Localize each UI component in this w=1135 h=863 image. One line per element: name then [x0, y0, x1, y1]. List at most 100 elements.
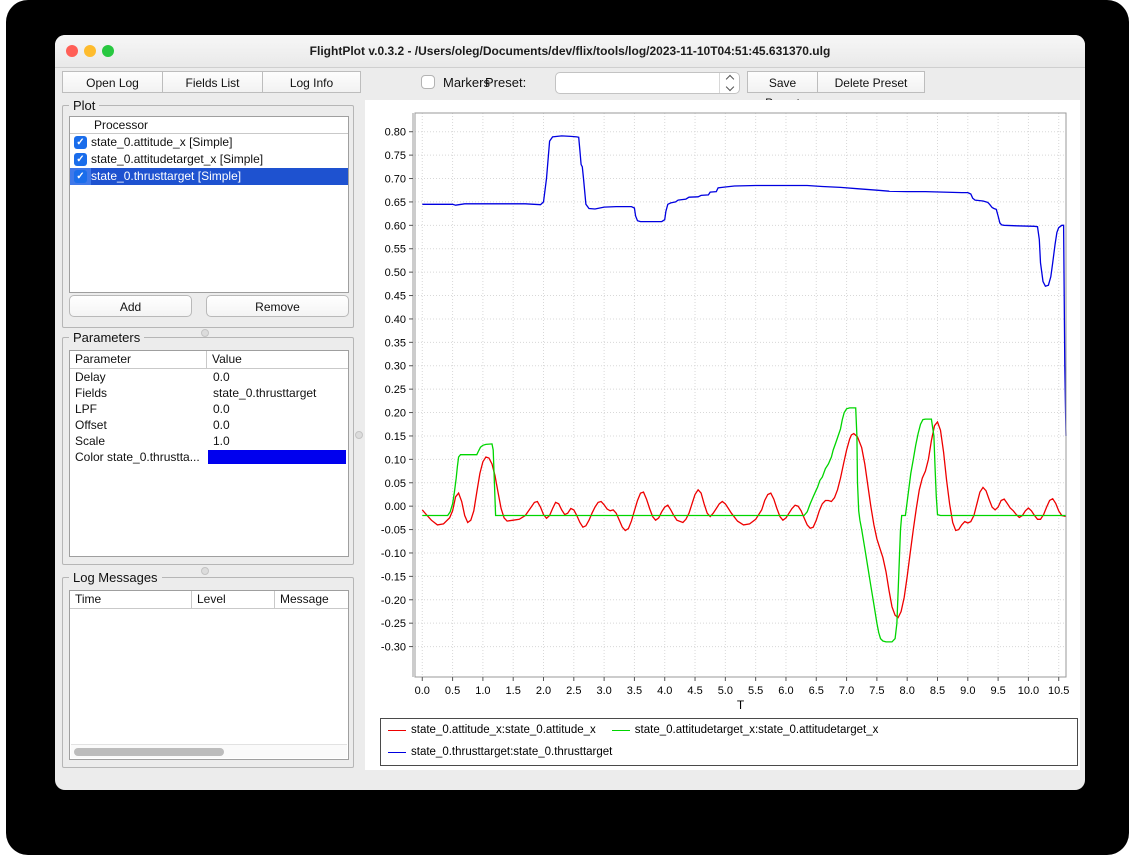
x-tick-label: 3.5 [627, 685, 642, 697]
processor-item-label: state_0.attitudetarget_x [Simple] [91, 151, 348, 168]
y-tick-label: -0.15 [381, 571, 406, 583]
log-column-header-message[interactable]: Message [275, 591, 348, 608]
x-tick-label: 7.0 [839, 685, 854, 697]
legend-line-icon [612, 730, 630, 731]
markers-label: Markers [443, 75, 490, 90]
processor-item-label: state_0.attitude_x [Simple] [91, 134, 348, 151]
parameter-row[interactable]: Offset0.0 [70, 417, 348, 433]
x-tick-label: 8.5 [930, 685, 945, 697]
y-tick-label: 0.25 [385, 384, 406, 396]
x-tick-label: 2.0 [536, 685, 551, 697]
save-preset-button[interactable]: Save Preset [747, 71, 818, 93]
parameter-value[interactable]: state_0.thrusttarget [207, 385, 348, 401]
open-log-button[interactable]: Open Log [62, 71, 163, 93]
legend-entry: state_0.attitudetarget_x:state_0.attitud… [612, 724, 879, 736]
x-tick-label: 10.0 [1018, 685, 1039, 697]
legend-entry: state_0.attitude_x:state_0.attitude_x [388, 724, 596, 736]
legend-line-icon [388, 730, 406, 731]
color-swatch[interactable] [208, 450, 346, 464]
delete-preset-button[interactable]: Delete Preset [817, 71, 925, 93]
titlebar[interactable]: FlightPlot v.0.3.2 - /Users/oleg/Documen… [55, 35, 1085, 68]
y-tick-label: -0.10 [381, 548, 406, 560]
parameters-table[interactable]: ParameterValue Delay0.0Fieldsstate_0.thr… [69, 350, 349, 557]
log-messages-group-title: Log Messages [69, 570, 162, 585]
legend-label: state_0.attitude_x:state_0.attitude_x [411, 724, 596, 736]
log-column-header-level[interactable]: Level [192, 591, 275, 608]
x-tick-label: 1.5 [506, 685, 521, 697]
scrollbar-thumb[interactable] [74, 748, 224, 756]
parameter-name: Fields [70, 385, 207, 401]
plot-group: Plot Processor ✓state_0.attitude_x [Simp… [62, 105, 354, 328]
splitter-grip[interactable] [201, 567, 209, 575]
parameter-value[interactable] [207, 449, 348, 465]
chart-panel: 0.800.750.700.650.600.550.500.450.400.35… [365, 100, 1080, 770]
remove-processor-button[interactable]: Remove [206, 295, 349, 317]
parameter-name: Delay [70, 369, 207, 385]
processor-list[interactable]: Processor ✓ state_0.attitude_x [Simple] ✓ s… [69, 116, 349, 293]
log-info-button[interactable]: Log Info [262, 71, 361, 93]
parameter-row[interactable]: LPF0.0 [70, 401, 348, 417]
processor-list-item[interactable]: ✓ state_0.attitude_x [Simple] [70, 134, 348, 151]
y-tick-label: 0.05 [385, 478, 406, 490]
x-tick-label: 2.5 [566, 685, 581, 697]
x-tick-label: 5.5 [748, 685, 763, 697]
x-tick-label: 5.0 [718, 685, 733, 697]
x-tick-label: 3.0 [596, 685, 611, 697]
y-tick-label: -0.25 [381, 618, 406, 630]
preset-combobox[interactable] [555, 72, 740, 94]
item-checkbox[interactable]: ✓ [74, 153, 87, 166]
x-axis-title: T [737, 698, 745, 712]
item-checkbox[interactable]: ✓ [74, 136, 87, 149]
fields-list-button[interactable]: Fields List [162, 71, 263, 93]
parameters-group: Parameters ParameterValue Delay0.0Fields… [62, 337, 354, 565]
parameter-row[interactable]: Color state_0.thrustta... [70, 449, 348, 465]
y-tick-label: 0.80 [385, 127, 406, 139]
y-tick-label: 0.75 [385, 150, 406, 162]
flight-plot-chart[interactable]: 0.800.750.700.650.600.550.500.450.400.35… [365, 100, 1080, 712]
plot-group-title: Plot [69, 98, 99, 113]
parameter-row[interactable]: Delay0.0 [70, 369, 348, 385]
legend-label: state_0.thrusttarget:state_0.thrusttarge… [411, 746, 612, 758]
y-tick-label: 0.60 [385, 220, 406, 232]
markers-checkbox[interactable] [421, 75, 435, 89]
y-tick-label: 0.20 [385, 408, 406, 420]
processor-list-item[interactable]: ✓ state_0.attitudetarget_x [Simple] [70, 151, 348, 168]
x-tick-label: 4.0 [657, 685, 672, 697]
y-tick-label: 0.65 [385, 197, 406, 209]
log-horizontal-scrollbar[interactable] [71, 744, 347, 758]
flightplot-window: FlightPlot v.0.3.2 - /Users/oleg/Documen… [55, 35, 1085, 790]
legend-line-icon [388, 752, 406, 753]
processor-column-header[interactable]: Processor [70, 117, 348, 134]
combobox-stepper-icon[interactable] [719, 73, 739, 93]
item-checkbox[interactable]: ✓ [74, 170, 87, 183]
x-tick-label: 6.0 [778, 685, 793, 697]
y-tick-label: 0.15 [385, 431, 406, 443]
x-tick-label: 0.5 [445, 685, 460, 697]
parameters-group-title: Parameters [69, 330, 144, 345]
x-tick-label: 8.0 [900, 685, 915, 697]
parameter-value[interactable]: 1.0 [207, 433, 348, 449]
processor-list-item[interactable]: ✓ state_0.thrusttarget [Simple] [70, 168, 348, 185]
parameter-value[interactable]: 0.0 [207, 369, 348, 385]
add-processor-button[interactable]: Add [69, 295, 192, 317]
parameter-row[interactable]: Fieldsstate_0.thrusttarget [70, 385, 348, 401]
x-tick-label: 4.5 [687, 685, 702, 697]
parameter-value[interactable]: 0.0 [207, 401, 348, 417]
y-tick-label: 0.70 [385, 174, 406, 186]
log-messages-table[interactable]: TimeLevelMessage [69, 590, 349, 760]
splitter-grip[interactable] [355, 431, 363, 439]
y-tick-label: 0.45 [385, 291, 406, 303]
y-tick-label: 0.55 [385, 244, 406, 256]
x-tick-label: 0.0 [415, 685, 430, 697]
preset-label: Preset: [485, 75, 526, 90]
splitter-grip[interactable] [201, 329, 209, 337]
value-column-header[interactable]: Value [207, 351, 348, 368]
x-tick-label: 1.0 [475, 685, 490, 697]
legend-label: state_0.attitudetarget_x:state_0.attitud… [635, 724, 879, 736]
parameter-column-header[interactable]: Parameter [70, 351, 207, 368]
y-tick-label: 0.00 [385, 501, 406, 513]
log-column-header-time[interactable]: Time [70, 591, 192, 608]
parameter-row[interactable]: Scale1.0 [70, 433, 348, 449]
processor-item-label: state_0.thrusttarget [Simple] [91, 168, 348, 185]
parameter-value[interactable]: 0.0 [207, 417, 348, 433]
